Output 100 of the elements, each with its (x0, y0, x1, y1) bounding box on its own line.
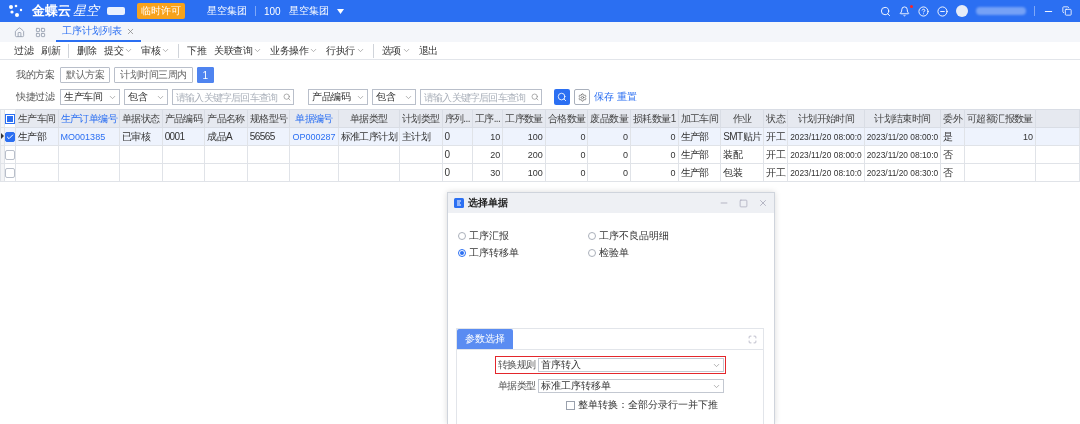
radio-icon[interactable] (458, 249, 466, 257)
column-header[interactable]: 状态 (763, 109, 788, 128)
operator-select[interactable]: 包含 (124, 89, 168, 105)
filter-link[interactable]: 保存 (594, 90, 613, 104)
maximize-button[interactable] (739, 198, 748, 208)
minus-circle-icon[interactable] (937, 5, 948, 17)
search-icon[interactable] (880, 5, 891, 17)
help-icon[interactable] (918, 5, 929, 17)
table-cell: 0 (442, 145, 473, 164)
checkbox-label: 整单转换：全部分录行一并下推 (578, 398, 718, 412)
table-cell: 0 (545, 127, 588, 146)
radio-option[interactable]: 工序汇报 (458, 229, 588, 243)
toolbar-button[interactable]: 删除 (77, 43, 96, 58)
column-header[interactable]: 委外 (940, 109, 965, 128)
column-header[interactable]: 加工车间 (678, 109, 721, 128)
field-select[interactable]: 产品编码 (308, 89, 368, 105)
toolbar-button[interactable]: 关联查询 (214, 43, 262, 58)
chevron-down-icon (253, 46, 262, 55)
link-cell[interactable]: OP000287 (289, 127, 338, 146)
toolbar-button[interactable]: 退出 (418, 43, 438, 58)
column-header[interactable]: 计划开始时间 (787, 109, 865, 128)
table-cell: 2023/11/20 08:00:0 (864, 127, 941, 146)
table-cell: 主计划 (399, 127, 442, 146)
column-header[interactable]: 产品编码 (162, 109, 205, 128)
radio-option[interactable]: 工序转移单 (458, 246, 588, 260)
table-cell: 生产部 (678, 127, 721, 146)
column-header[interactable]: 计划结束时间 (864, 109, 941, 128)
organization-code: 100 (264, 5, 281, 17)
column-header[interactable]: 可超额汇报数量 (964, 109, 1036, 128)
table-cell: 0 (545, 163, 588, 182)
table-cell: 生产部 (678, 145, 721, 164)
notification-bell-icon[interactable] (899, 5, 910, 17)
column-header[interactable]: 单据状态 (119, 109, 163, 128)
column-header[interactable]: 作业 (720, 109, 764, 128)
checkbox[interactable] (566, 400, 575, 410)
field-select[interactable]: 生产车间 (60, 89, 120, 105)
row-checkbox[interactable] (5, 132, 15, 143)
settings-button[interactable] (574, 89, 590, 105)
table-cell: 生产部 (678, 163, 721, 182)
organization-switcher[interactable]: 星空集团 (288, 4, 329, 18)
table-cell: 0 (442, 127, 473, 146)
search-button[interactable] (554, 89, 570, 105)
toolbar-button[interactable]: 选项 (381, 43, 411, 58)
table-cell: 开工 (763, 145, 788, 164)
toolbar-button[interactable]: 提交 (104, 43, 133, 58)
table-cell: 56565 (247, 127, 290, 146)
column-header[interactable]: 单据编号 (289, 109, 338, 128)
home-icon[interactable] (14, 26, 25, 38)
column-header[interactable]: 序列... (442, 109, 473, 128)
scheme-button[interactable]: 计划时间三周内 (114, 67, 193, 83)
license-badge: 临时许可 (137, 3, 185, 19)
radio-icon[interactable] (588, 249, 596, 257)
table-cell: 装配 (720, 145, 764, 164)
column-header[interactable]: 计划类型 (399, 109, 442, 128)
column-header[interactable]: 工序数量 (502, 109, 546, 128)
link-cell[interactable]: MO001385 (58, 127, 120, 146)
radio-icon[interactable] (458, 232, 466, 240)
column-header[interactable]: 损耗数量1 (630, 109, 679, 128)
keyword-input-field[interactable]: 请输入关键字后回车查询 (172, 89, 294, 105)
dropdown-field[interactable]: 标准工序转移单 (537, 379, 724, 393)
column-header[interactable]: 合格数量 (545, 109, 588, 128)
grid-icon[interactable] (35, 26, 46, 38)
table-cell: 已审核 (119, 127, 163, 146)
radio-option[interactable]: 工序不良品明细 (588, 229, 764, 243)
select-all-checkbox[interactable] (5, 114, 15, 125)
restore-icon[interactable] (1062, 6, 1072, 16)
toolbar-button[interactable]: 下推 (187, 43, 206, 58)
column-header[interactable]: 规格型号 (247, 109, 290, 128)
table-cell: 30 (472, 163, 503, 182)
toolbar-button[interactable]: 业务操作 (270, 43, 318, 58)
scheme-button[interactable]: 默认方案 (60, 67, 110, 83)
operator-select[interactable]: 包含 (372, 89, 416, 105)
scheme-button[interactable]: 1 (196, 67, 214, 83)
column-header[interactable]: 产品名称 (204, 109, 248, 128)
column-header[interactable]: 工序... (472, 109, 503, 128)
close-button[interactable] (758, 198, 768, 208)
toolbar-button[interactable]: 过滤 (14, 43, 33, 58)
toolbar-button[interactable]: 行执行 (326, 43, 374, 58)
keyword-input-field[interactable]: 请输入关键字后回车查询 (420, 89, 542, 105)
filter-link[interactable]: 重置 (617, 90, 636, 104)
dropdown-field[interactable]: 首序转入 (537, 358, 724, 372)
column-header[interactable]: 生产订单编号 (58, 109, 120, 128)
row-checkbox[interactable] (5, 150, 15, 161)
caret-icon[interactable] (336, 8, 344, 14)
column-header[interactable]: 生产车间 (15, 109, 59, 128)
row-checkbox[interactable] (5, 168, 15, 179)
organization-name[interactable]: 星空集团 (207, 4, 247, 18)
radio-option[interactable]: 检验单 (588, 246, 764, 260)
expand-icon[interactable] (748, 334, 757, 344)
close-icon[interactable] (126, 26, 135, 36)
radio-icon[interactable] (588, 232, 596, 240)
toolbar-button[interactable]: 审核 (141, 43, 179, 58)
column-header[interactable]: 单据类型 (338, 109, 400, 128)
table-cell: 0 (630, 145, 679, 164)
avatar-icon[interactable] (956, 5, 968, 17)
tab[interactable]: 工序计划列表 (56, 22, 141, 42)
table-cell: 0 (587, 163, 631, 182)
toolbar-button[interactable]: 刷新 (41, 43, 69, 58)
quick-filter-label: 快捷过滤 (16, 90, 56, 104)
column-header[interactable]: 废品数量 (587, 109, 631, 128)
